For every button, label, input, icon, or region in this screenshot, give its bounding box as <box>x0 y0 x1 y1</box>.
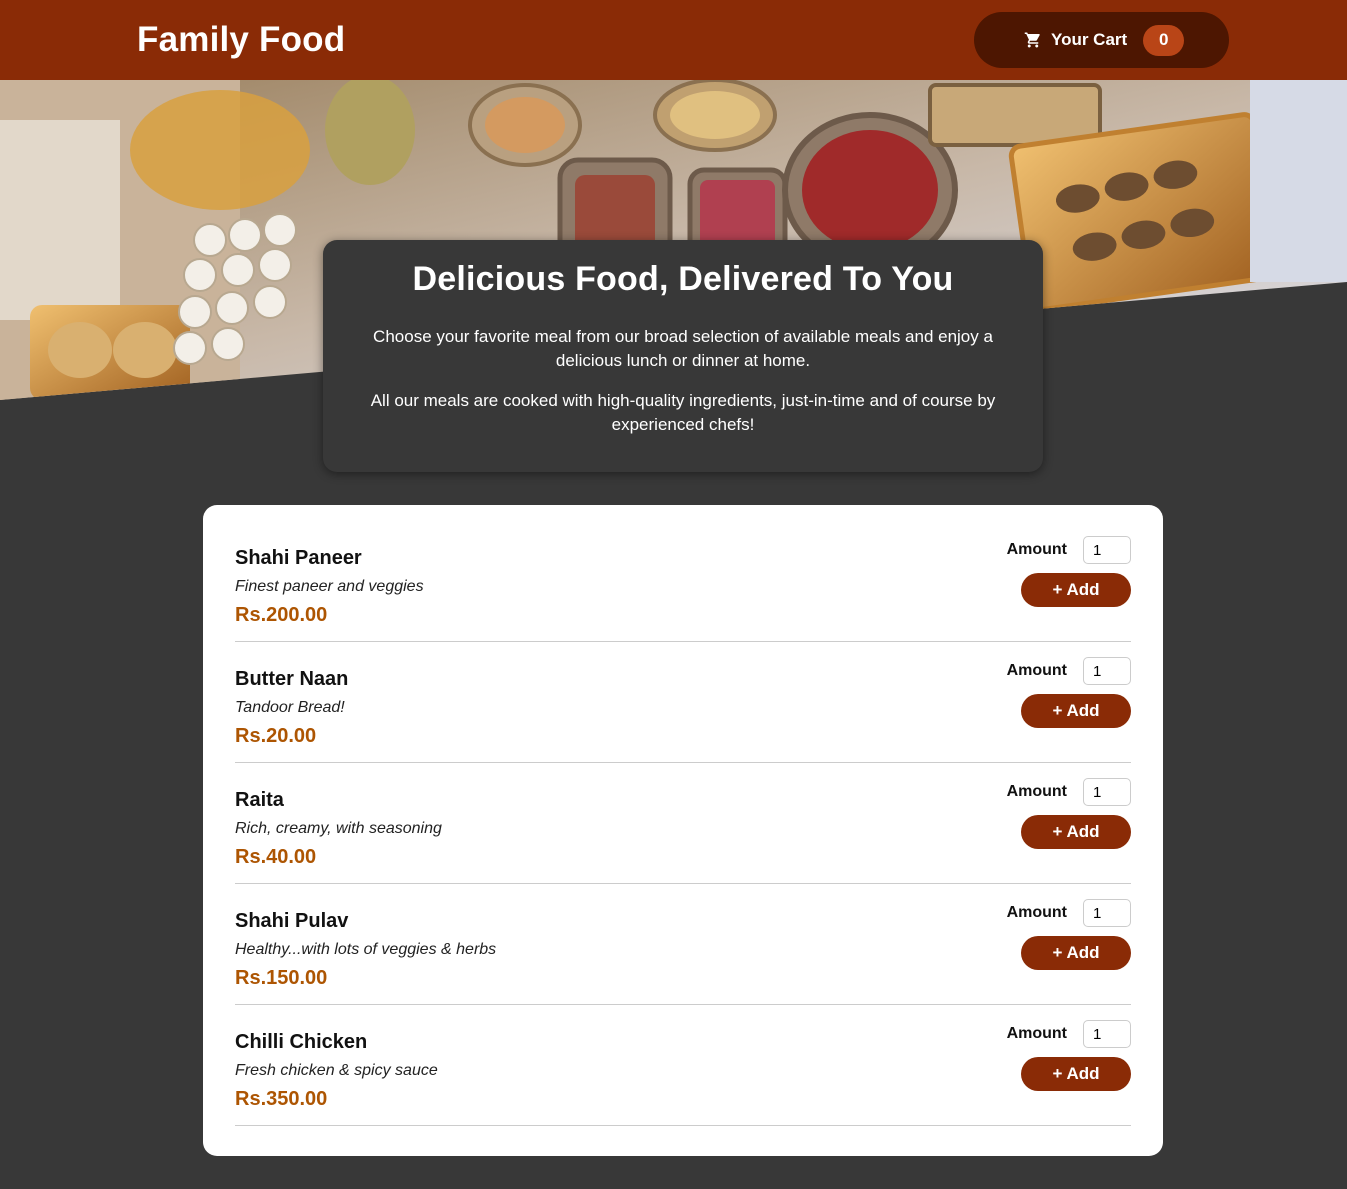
meal-price: Rs.350.00 <box>235 1088 328 1110</box>
meal-description: Fresh chicken & spicy sauce <box>235 1062 438 1079</box>
amount-input[interactable] <box>1083 778 1131 806</box>
meals-card: Shahi Paneer Finest paneer and veggies R… <box>203 505 1163 1156</box>
intro-paragraph-2: All our meals are cooked with high-quali… <box>370 391 996 434</box>
meal-name: Butter Naan <box>235 668 349 690</box>
meal-item: Chilli Chicken Fresh chicken & spicy sau… <box>235 1005 1131 1126</box>
meal-form: Amount + Add <box>951 1020 1131 1091</box>
amount-label: Amount <box>1006 662 1067 679</box>
amount-label: Amount <box>1006 904 1067 921</box>
add-button[interactable]: + Add <box>1021 694 1131 728</box>
meal-description: Finest paneer and veggies <box>235 578 424 595</box>
add-button[interactable]: + Add <box>1021 1057 1131 1091</box>
meal-item: Shahi Pulav Healthy...with lots of veggi… <box>235 884 1131 1005</box>
meal-form: Amount + Add <box>951 899 1131 970</box>
amount-input[interactable] <box>1083 899 1131 927</box>
intro-title: Delicious Food, Delivered To You <box>412 260 954 298</box>
meal-form: Amount + Add <box>951 657 1131 728</box>
amount-input[interactable] <box>1083 536 1131 564</box>
meal-item: Shahi Paneer Finest paneer and veggies R… <box>235 505 1131 642</box>
amount-label: Amount <box>1006 783 1067 800</box>
meal-name: Raita <box>235 789 284 811</box>
meal-price: Rs.200.00 <box>235 604 328 626</box>
meal-description: Healthy...with lots of veggies & herbs <box>235 941 497 958</box>
amount-label: Amount <box>1006 541 1067 558</box>
meal-price: Rs.20.00 <box>235 725 317 747</box>
add-button[interactable]: + Add <box>1021 573 1131 607</box>
amount-input[interactable] <box>1083 657 1131 685</box>
meal-description: Tandoor Bread! <box>235 699 345 716</box>
cart-icon <box>1024 31 1042 49</box>
meal-form: Amount + Add <box>951 536 1131 607</box>
cart-count-badge: 0 <box>1143 24 1185 56</box>
meal-name: Shahi Paneer <box>235 547 362 569</box>
cart-button[interactable]: Your Cart 0 <box>974 12 1229 68</box>
intro-card: Delicious Food, Delivered To You Choose … <box>323 240 1043 472</box>
add-button[interactable]: + Add <box>1021 815 1131 849</box>
add-button[interactable]: + Add <box>1021 936 1131 970</box>
cart-label: Your Cart <box>1051 30 1128 49</box>
amount-label: Amount <box>1006 1025 1067 1042</box>
meal-name: Shahi Pulav <box>235 910 349 932</box>
meal-name: Chilli Chicken <box>235 1031 368 1053</box>
brand-title: Family Food <box>137 20 346 59</box>
meal-price: Rs.150.00 <box>235 967 328 989</box>
meal-price: Rs.40.00 <box>235 846 317 868</box>
meal-description: Rich, creamy, with seasoning <box>235 820 442 837</box>
meal-item: Butter Naan Tandoor Bread! Rs.20.00 Amou… <box>235 642 1131 763</box>
header: Family Food Your Cart 0 <box>0 0 1347 80</box>
meal-item: Raita Rich, creamy, with seasoning Rs.40… <box>235 763 1131 884</box>
meal-form: Amount + Add <box>951 778 1131 849</box>
intro-paragraph-1: Choose your favorite meal from our broad… <box>373 327 993 370</box>
amount-input[interactable] <box>1083 1020 1131 1048</box>
